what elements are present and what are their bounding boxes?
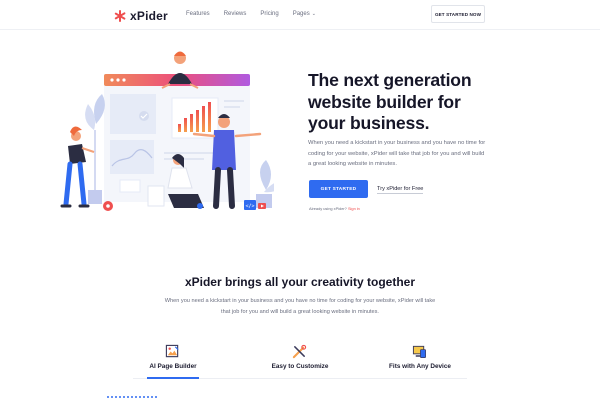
feature-tabs: AI Page Builder Easy to Customize Fits w… xyxy=(133,340,467,380)
get-started-button[interactable]: GET STARTED xyxy=(309,180,368,198)
dotted-decoration xyxy=(106,396,158,398)
menu-item-pages-label: Pages xyxy=(292,11,310,17)
menu-item-pages[interactable]: Pages ⌄ xyxy=(293,11,316,17)
already-using-text: Already using xPider? Sign in xyxy=(309,206,360,211)
tools-icon xyxy=(292,344,307,359)
active-tab-indicator xyxy=(147,377,199,379)
main-menu: Features Reviews Pricing Pages ⌄ xyxy=(186,11,330,17)
devices-icon xyxy=(412,345,426,358)
hero-title: The next generation website builder for … xyxy=(308,70,472,133)
image-edit-icon xyxy=(165,344,179,358)
logo-icon xyxy=(114,10,126,22)
top-navbar: xPider Features Reviews Pricing Pages ⌄ G… xyxy=(0,0,600,30)
get-started-now-button[interactable]: GET STARTED NOW xyxy=(431,5,485,23)
hero-description: When you need a kickstart in your busine… xyxy=(308,140,486,167)
tab-label: AI Page Builder xyxy=(149,363,197,370)
tab-easy-to-customize[interactable]: Easy to Customize xyxy=(260,340,340,380)
sign-in-link[interactable]: Sign in xyxy=(348,206,360,211)
hero-illustration: </> xyxy=(60,51,274,211)
menu-item-pricing[interactable]: Pricing xyxy=(260,11,278,17)
features-description: When you need a kickstart in your busine… xyxy=(164,298,436,315)
tab-label: Easy to Customize xyxy=(271,363,329,370)
features-title: xPider brings all your creativity togeth… xyxy=(184,275,416,289)
logo[interactable]: xPider xyxy=(114,9,168,23)
logo-text: xPider xyxy=(130,9,168,23)
menu-item-reviews[interactable]: Reviews xyxy=(224,11,247,17)
tab-fits-with-any-device[interactable]: Fits with Any Device xyxy=(380,340,460,380)
already-using-label: Already using xPider? xyxy=(309,206,347,211)
try-free-link[interactable]: Try xPider for Free xyxy=(377,186,424,194)
chevron-down-icon: ⌄ xyxy=(311,11,316,17)
tab-ai-page-builder[interactable]: AI Page Builder xyxy=(133,340,213,380)
tab-label: Fits with Any Device xyxy=(389,363,451,370)
menu-item-features[interactable]: Features xyxy=(186,11,210,17)
svg-text:</>: </> xyxy=(245,204,254,210)
